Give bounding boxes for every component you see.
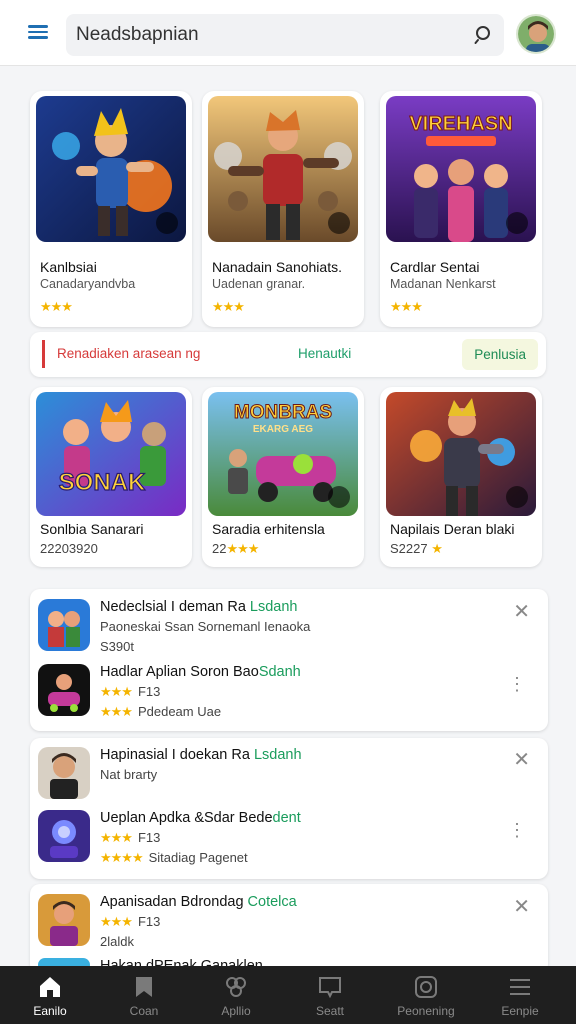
nav-label: Peonening (397, 1004, 455, 1018)
app-icon (38, 664, 90, 716)
recommendation-list: Hapinasial I doekan Ra Lsdanh Nat brarty… (30, 738, 548, 879)
nav-label: Coan (129, 1004, 159, 1018)
app-header: Neadsbapnian (0, 0, 576, 66)
bottom-navigation: Eanilo Coan Apllio Seatt Peonening Eenpi… (0, 966, 576, 1024)
nav-label: Eanilo (33, 1004, 67, 1018)
game-thumbnail: MONBRAS EKARG AEG (208, 392, 358, 516)
filter-chip-right[interactable]: Penlusia (462, 339, 538, 370)
game-card[interactable]: SONAK Sonlbia Sanarari 22203920 (30, 387, 192, 567)
close-icon[interactable]: ✕ (513, 894, 530, 919)
close-icon[interactable]: ✕ (513, 599, 530, 624)
app-icon (38, 747, 90, 799)
app-meta: ★★★ Pdedeam Uae (100, 704, 222, 719)
filter-tab-left[interactable]: Renadiaken arasean ng (42, 340, 200, 368)
filter-bar: Renadiaken arasean ng Henautki Penlusia (30, 332, 546, 377)
bookmark-icon[interactable] (328, 212, 350, 234)
app-meta: ★★★★ Sitadiag Pagenet (100, 850, 248, 865)
more-options-icon[interactable]: ⋮ (508, 821, 526, 839)
list-icon (510, 979, 530, 995)
game-count: S2227 ★ (390, 541, 443, 556)
game-count: 22203920 (40, 541, 98, 556)
app-icon (38, 894, 90, 946)
game-card[interactable]: VIREHASN Cardlar Sentai Madanan Nenkarst… (380, 91, 542, 327)
star-rating: ★★★ (40, 299, 73, 314)
game-thumbnail (386, 392, 536, 516)
game-card[interactable]: Napilais Deran blaki S2227 ★ (380, 387, 542, 567)
chat-icon (319, 977, 341, 999)
bookmark-icon[interactable] (328, 486, 350, 508)
bookmark-icon[interactable] (156, 212, 178, 234)
nav-item-apps[interactable]: Apllio (188, 966, 284, 1024)
nav-item-bookmarks[interactable]: Coan (96, 966, 192, 1024)
game-title: Sonlbia Sanarari (40, 521, 144, 537)
camera-icon (415, 976, 437, 998)
bookmark-icon[interactable] (506, 212, 528, 234)
search-bar[interactable]: Neadsbapnian (66, 14, 504, 56)
app-rating-row: ★★★ F13 (100, 830, 161, 845)
app-name: Hadlar Aplian Soron BaoSdanh (100, 664, 301, 680)
app-description: Paoneskai Ssan Sornemanl Ienaoka (100, 619, 311, 634)
thumbnail-logo-text: VIREHASN (409, 113, 512, 135)
list-item[interactable]: Hadlar Aplian Soron BaoSdanh ★★★ F13 ★★★ P… (30, 664, 548, 730)
list-item[interactable]: Apanisadan Bdrondag Cotelca ★★★ F13 2lald… (30, 894, 548, 960)
app-rating-row: ★★★ F13 (100, 914, 161, 929)
game-card[interactable]: MONBRAS EKARG AEG Saradia erhitensla 22★… (202, 387, 364, 567)
game-title: Saradia erhitensla (212, 521, 325, 537)
game-card[interactable]: Nanadain Sanohiats. Uadenan granar. ★★★ (202, 91, 364, 327)
game-title: Napilais Deran blaki (390, 521, 515, 537)
app-name: Ueplan Apdka &Sdar Bededent (100, 810, 301, 826)
list-item[interactable]: Hapinasial I doekan Ra Lsdanh Nat brarty… (30, 747, 548, 813)
app-name: Hapinasial I doekan Ra Lsdanh (100, 747, 302, 763)
app-meta: S390t (100, 639, 134, 654)
game-thumbnail (208, 96, 358, 242)
star-rating: ★★★ (390, 299, 423, 314)
app-icon (38, 810, 90, 862)
recommendation-list: Nedeclsial I deman Ra Lsdanh Paoneskai S… (30, 589, 548, 731)
game-count: 22★★★ (212, 541, 259, 556)
game-subtitle: Canadaryandvba (40, 277, 136, 291)
thumbnail-subtitle-text: EKARG AEG (253, 424, 313, 435)
nav-item-chat[interactable]: Seatt (282, 966, 378, 1024)
game-card[interactable]: Kanlbsiai Canadaryandvba ★★★ (30, 91, 192, 327)
bookmark-icon[interactable] (506, 486, 528, 508)
nav-item-list[interactable]: Eenpie (472, 966, 568, 1024)
app-description: Nat brarty (100, 767, 158, 782)
thumbnail-logo-text: MONBRAS (234, 402, 332, 423)
star-rating: ★★★ (212, 299, 245, 314)
more-options-icon[interactable]: ⋮ (508, 675, 526, 693)
recommendation-list: Apanisadan Bdrondag Cotelca ★★★ F13 2lald… (30, 884, 548, 974)
game-thumbnail: SONAK (36, 392, 186, 516)
close-icon[interactable]: ✕ (513, 747, 530, 772)
star-rating: ★★★ (226, 541, 259, 556)
nav-item-home[interactable]: Eanilo (2, 966, 98, 1024)
home-icon (40, 977, 60, 997)
thumbnail-logo-text: SONAK (59, 469, 146, 496)
game-subtitle: Uadenan granar. (212, 277, 306, 291)
list-item[interactable]: Nedeclsial I deman Ra Lsdanh Paoneskai S… (30, 599, 548, 665)
game-title: Nanadain Sanohiats. (212, 259, 342, 275)
app-icon (38, 599, 90, 651)
bookmark-icon (136, 977, 152, 997)
list-item[interactable]: Ueplan Apdka &Sdar Bededent ★★★ F13 ★★★★ S… (30, 810, 548, 876)
nav-label: Seatt (315, 1004, 345, 1018)
nav-item-camera[interactable]: Peonening (378, 966, 474, 1024)
apps-icon (226, 977, 246, 997)
search-input[interactable]: Neadsbapnian (76, 24, 199, 46)
star-rating: ★ (431, 541, 443, 556)
app-name: Apanisadan Bdrondag Cotelca (100, 894, 297, 910)
game-thumbnail (36, 96, 186, 242)
search-icon[interactable] (472, 24, 494, 46)
menu-icon[interactable] (22, 22, 58, 48)
nav-label: Eenpie (501, 1004, 539, 1018)
game-title: Cardlar Sentai (390, 259, 480, 275)
app-rating-row: ★★★ F13 (100, 684, 161, 699)
game-subtitle: Madanan Nenkarst (390, 277, 496, 291)
nav-label: Apllio (221, 1004, 251, 1018)
game-title: Kanlbsiai (40, 259, 97, 275)
app-name: Nedeclsial I deman Ra Lsdanh (100, 599, 298, 615)
filter-tab-middle[interactable]: Henautki (298, 340, 351, 368)
game-thumbnail: VIREHASN (386, 96, 536, 242)
avatar[interactable] (516, 14, 556, 54)
app-meta: 2laldk (100, 934, 134, 949)
